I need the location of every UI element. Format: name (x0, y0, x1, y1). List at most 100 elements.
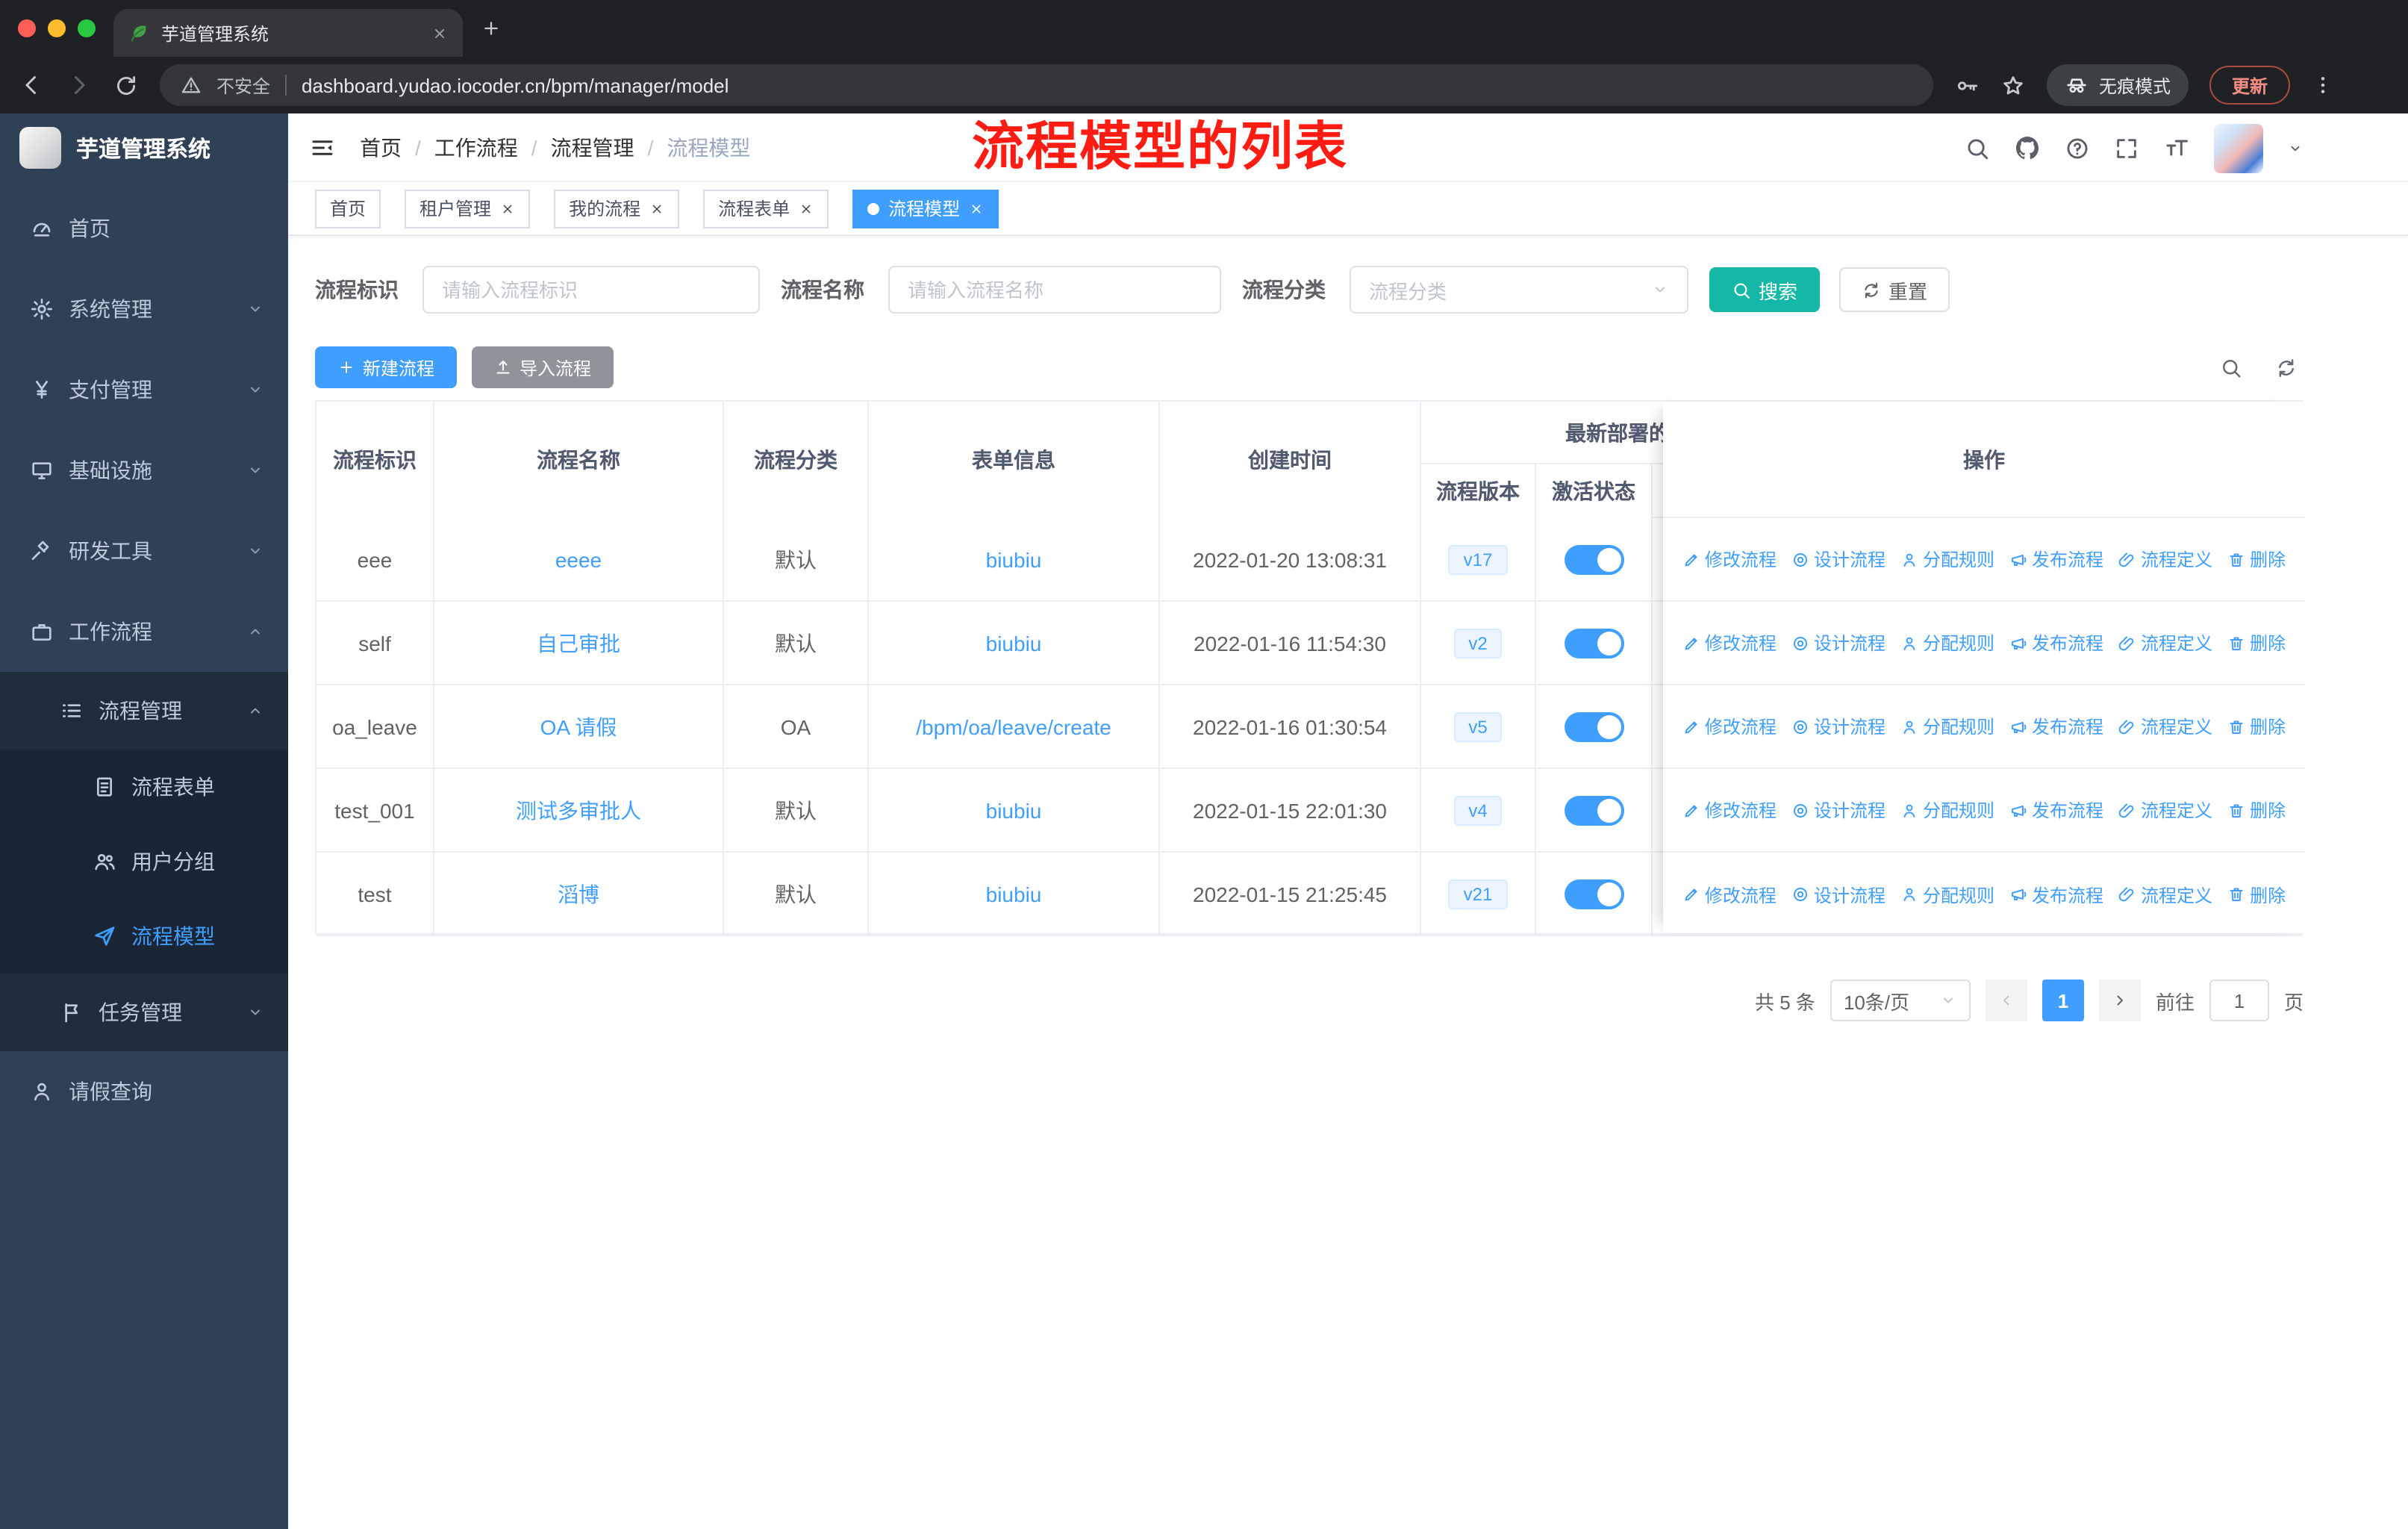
action-publish-link[interactable]: 发布流程 (2009, 797, 2103, 823)
form-info-link[interactable]: /bpm/oa/leave/create (916, 714, 1111, 738)
sidebar-item-infrastructure[interactable]: 基础设施 (0, 430, 288, 511)
action-edit-link[interactable]: 修改流程 (1682, 797, 1777, 823)
tag-home[interactable]: 首页 (315, 189, 381, 228)
process-name-input[interactable] (908, 278, 1202, 301)
action-assign-link[interactable]: 分配规则 (1900, 714, 1994, 739)
category-select[interactable]: 流程分类 (1350, 266, 1688, 314)
refresh-table-icon[interactable] (2275, 356, 2298, 379)
action-publish-link[interactable]: 发布流程 (2009, 630, 2103, 655)
password-key-icon[interactable] (1954, 72, 1980, 98)
font-size-icon[interactable] (2163, 134, 2190, 161)
browser-tab[interactable]: 芋道管理系统 (113, 9, 463, 57)
action-assign-link[interactable]: 分配规则 (1900, 882, 1994, 907)
fullscreen-icon[interactable] (2114, 135, 2139, 161)
sidebar-item-leave-query[interactable]: 请假查询 (0, 1051, 288, 1132)
action-edit-link[interactable]: 修改流程 (1682, 546, 1777, 572)
goto-page-input[interactable] (2209, 980, 2269, 1021)
help-icon[interactable] (2065, 135, 2090, 161)
current-page-button[interactable]: 1 (2042, 980, 2084, 1021)
sidebar-item-user-group[interactable]: 用户分组 (0, 824, 288, 899)
action-publish-link[interactable]: 发布流程 (2009, 882, 2103, 907)
tag-process-form[interactable]: 流程表单 (703, 189, 829, 228)
sidebar-item-task-management[interactable]: 任务管理 (0, 974, 288, 1051)
action-definition-link[interactable]: 流程定义 (2118, 882, 2212, 907)
sidebar-item-payment-management[interactable]: 支付管理 (0, 349, 288, 430)
action-delete-link[interactable]: 删除 (2227, 882, 2286, 907)
window-minimize-button[interactable] (48, 19, 66, 37)
incognito-badge[interactable]: 无痕模式 (2047, 64, 2189, 106)
action-edit-link[interactable]: 修改流程 (1682, 714, 1777, 739)
sidebar-item-workflow[interactable]: 工作流程 (0, 591, 288, 672)
close-tag-icon[interactable] (969, 201, 984, 216)
action-delete-link[interactable]: 删除 (2227, 546, 2286, 572)
active-toggle[interactable] (1564, 795, 1623, 825)
action-design-link[interactable]: 设计流程 (1791, 546, 1885, 572)
tag-process-model[interactable]: 流程模型 (852, 189, 999, 228)
action-edit-link[interactable]: 修改流程 (1682, 882, 1777, 907)
action-design-link[interactable]: 设计流程 (1791, 714, 1885, 739)
active-toggle[interactable] (1564, 628, 1623, 658)
window-close-button[interactable] (18, 19, 36, 37)
browser-update-button[interactable]: 更新 (2209, 66, 2291, 105)
action-assign-link[interactable]: 分配规则 (1900, 797, 1994, 823)
form-info-link[interactable]: biubiu (986, 798, 1042, 822)
action-assign-link[interactable]: 分配规则 (1900, 630, 1994, 655)
user-avatar[interactable] (2214, 123, 2263, 172)
action-definition-link[interactable]: 流程定义 (2118, 714, 2212, 739)
github-icon[interactable] (2014, 134, 2041, 161)
collapse-sidebar-icon[interactable] (309, 134, 336, 161)
search-button[interactable]: 搜索 (1709, 267, 1821, 312)
tag-my-process[interactable]: 我的流程 (554, 189, 680, 228)
action-design-link[interactable]: 设计流程 (1791, 882, 1885, 907)
sidebar-item-home[interactable]: 首页 (0, 188, 288, 269)
sidebar-item-dev-tools[interactable]: 研发工具 (0, 511, 288, 591)
process-name-link[interactable]: 滔博 (558, 879, 599, 909)
reset-button[interactable]: 重置 (1839, 267, 1950, 312)
page-size-select[interactable]: 10条/页 (1830, 980, 1971, 1021)
action-definition-link[interactable]: 流程定义 (2118, 546, 2212, 572)
action-delete-link[interactable]: 删除 (2227, 797, 2286, 823)
action-assign-link[interactable]: 分配规则 (1900, 546, 1994, 572)
form-info-link[interactable]: biubiu (986, 547, 1042, 571)
process-name-link[interactable]: 测试多审批人 (516, 795, 641, 825)
next-page-button[interactable] (2098, 980, 2141, 1021)
process-name-link[interactable]: 自己审批 (537, 628, 620, 658)
close-tag-icon[interactable] (799, 201, 814, 216)
search-icon[interactable] (1965, 135, 1990, 161)
process-key-input[interactable] (442, 278, 740, 301)
process-name-link[interactable]: eeee (555, 547, 602, 571)
action-design-link[interactable]: 设计流程 (1791, 630, 1885, 655)
security-label[interactable]: 不安全 (216, 72, 270, 98)
process-name-link[interactable]: OA 请假 (540, 711, 617, 741)
active-toggle[interactable] (1564, 544, 1623, 574)
action-publish-link[interactable]: 发布流程 (2009, 546, 2103, 572)
forward-button[interactable] (66, 72, 93, 99)
form-info-link[interactable]: biubiu (986, 882, 1042, 906)
close-tag-icon[interactable] (500, 201, 515, 216)
action-definition-link[interactable]: 流程定义 (2118, 797, 2212, 823)
form-info-link[interactable]: biubiu (986, 631, 1042, 655)
url-text[interactable]: dashboard.yudao.iocoder.cn/bpm/manager/m… (302, 74, 729, 96)
breadcrumb-item[interactable]: 首页 (360, 132, 402, 162)
bookmark-star-icon[interactable] (2000, 72, 2026, 98)
toggle-search-icon[interactable] (2220, 356, 2242, 379)
prev-page-button[interactable] (1985, 980, 2027, 1021)
back-button[interactable] (18, 72, 45, 99)
action-design-link[interactable]: 设计流程 (1791, 797, 1885, 823)
sidebar-item-process-management[interactable]: 流程管理 (0, 672, 288, 750)
create-process-button[interactable]: 新建流程 (315, 346, 458, 388)
reload-button[interactable] (113, 72, 139, 98)
action-publish-link[interactable]: 发布流程 (2009, 714, 2103, 739)
browser-menu-icon[interactable] (2311, 73, 2335, 97)
sidebar-item-process-form[interactable]: 流程表单 (0, 750, 288, 824)
new-tab-button[interactable] (481, 18, 502, 39)
window-zoom-button[interactable] (78, 19, 96, 37)
import-process-button[interactable]: 导入流程 (472, 346, 614, 388)
address-bar[interactable]: 不安全 dashboard.yudao.iocoder.cn/bpm/manag… (160, 64, 1933, 106)
action-edit-link[interactable]: 修改流程 (1682, 630, 1777, 655)
action-definition-link[interactable]: 流程定义 (2118, 630, 2212, 655)
close-tag-icon[interactable] (649, 201, 664, 216)
action-delete-link[interactable]: 删除 (2227, 630, 2286, 655)
sidebar-item-system-management[interactable]: 系统管理 (0, 269, 288, 349)
close-tab-icon[interactable] (431, 25, 448, 41)
